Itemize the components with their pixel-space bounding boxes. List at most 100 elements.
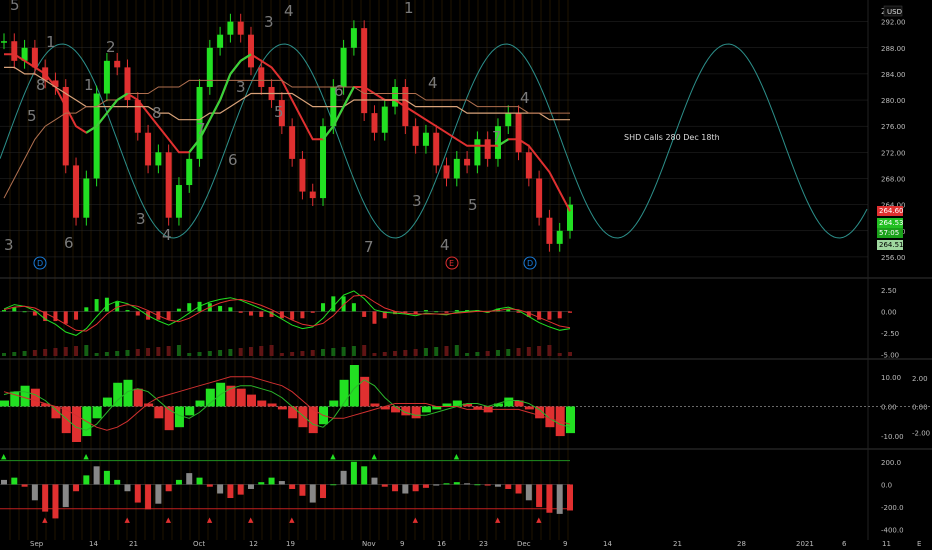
osc2-histogram-bar: [92, 406, 102, 419]
cycle-count-label: 5: [27, 107, 37, 125]
x-tick-label: 16: [437, 540, 446, 548]
osc1-bar: [454, 310, 459, 312]
volume-bar: [547, 345, 552, 356]
x-tick-label: Dec: [517, 540, 531, 548]
osc3-histogram-bar: [392, 484, 399, 492]
volume-bar: [176, 345, 181, 356]
osc3-signal-marker: ▲: [495, 516, 501, 524]
candle-body: [515, 113, 522, 153]
candle-body: [422, 132, 429, 146]
osc1-bar: [259, 311, 264, 317]
cycle-count-label: 5: [10, 0, 20, 14]
osc2-histogram-bar: [123, 379, 133, 407]
volume-bar: [516, 348, 521, 356]
price-tick-label: 288.00: [881, 45, 906, 53]
osc3-tick-label: 0.0: [881, 481, 892, 489]
osc3-histogram-bar: [361, 466, 368, 485]
volume-bar: [331, 348, 336, 356]
price-tick-label: 272.00: [881, 149, 906, 157]
volume-bar: [403, 350, 408, 356]
volume-bar: [393, 351, 398, 356]
osc1-bar: [444, 311, 449, 313]
volume-bar: [413, 349, 418, 356]
osc3-tick-label: 200.0: [881, 459, 901, 467]
x-tick-label: Sep: [30, 540, 44, 548]
osc3-histogram-bar: [268, 477, 275, 485]
osc3-histogram-bar: [309, 484, 316, 503]
osc1-bar: [94, 299, 99, 312]
osc3-histogram-bar: [474, 484, 481, 486]
cycle-count-label: 4: [162, 226, 172, 244]
osc3-signal-marker: ▲: [42, 516, 48, 524]
candle-body: [155, 152, 162, 166]
osc3-histogram-bar: [505, 484, 512, 489]
volume-bar: [568, 352, 572, 356]
x-tick-label: Oct: [193, 540, 205, 548]
osc1-bar: [248, 311, 253, 316]
candle-body: [31, 47, 38, 68]
x-tick-label: 23: [479, 540, 488, 548]
ma-rising-segment: [229, 60, 242, 75]
volume-bar: [362, 345, 367, 356]
volume-bar: [156, 347, 161, 356]
osc3-histogram-bar: [525, 484, 532, 501]
osc2-histogram-bar: [566, 406, 575, 434]
osc1-bar: [331, 296, 336, 312]
osc2-histogram-bar: [30, 388, 40, 407]
chart-canvas[interactable]: 292.00288.00284.00280.00276.00272.00268.…: [0, 0, 932, 550]
osc1-bar: [434, 311, 439, 313]
osc3-histogram-bar: [124, 484, 131, 492]
osc1-bar: [310, 311, 315, 313]
volume-bar: [485, 351, 490, 356]
osc2-histogram-bar: [329, 400, 339, 407]
x-tick-label: 21: [129, 540, 138, 548]
osc2-histogram-bar: [298, 406, 308, 428]
candle-body: [474, 139, 481, 166]
volume-bar: [218, 350, 223, 356]
osc1-bar: [362, 311, 367, 317]
ma-rising-segment: [219, 73, 232, 101]
osc1-bar: [135, 311, 140, 316]
osc3-histogram-bar: [114, 479, 121, 485]
osc3-histogram-bar: [320, 484, 327, 499]
osc3-histogram-bar: [567, 484, 573, 511]
osc1-tick-label: -2.50: [881, 330, 899, 338]
osc2-histogram-bar: [277, 406, 287, 410]
volume-bar: [290, 352, 295, 356]
price-tag-label: 264.51: [879, 241, 904, 249]
osc3-histogram-bar: [217, 484, 224, 494]
osc2-histogram-bar: [195, 400, 205, 407]
volume-bar: [22, 351, 27, 356]
osc1-bar: [423, 310, 428, 312]
osc3-signal-marker: ▲: [248, 516, 254, 524]
osc1-bar: [22, 311, 27, 313]
candle-body: [73, 165, 80, 218]
candle-body: [134, 100, 141, 133]
ma-rising-segment: [208, 99, 222, 121]
volume-bar: [454, 345, 459, 356]
osc2-histogram-bar: [102, 397, 112, 407]
x-tick-label: 9: [563, 540, 567, 548]
cycle-count-label: 3: [264, 13, 274, 31]
osc3-histogram-bar: [237, 484, 244, 495]
candle-body: [309, 191, 316, 199]
volume-bar: [557, 353, 562, 356]
osc3-histogram-bar: [145, 484, 152, 510]
price-tag-label: 264.53: [879, 219, 904, 227]
candle-body: [412, 126, 419, 146]
osc1-bar: [321, 303, 326, 312]
x-tick-label: 9: [400, 540, 404, 548]
osc3-signal-marker: ▲: [1, 452, 7, 460]
osc3-histogram-bar: [556, 484, 563, 514]
osc3-histogram-bar: [52, 484, 59, 519]
osc3-histogram-bar: [381, 484, 388, 487]
volume-bar: [537, 346, 542, 356]
osc1-bar: [2, 310, 6, 312]
price-tag-label: 57:05: [879, 229, 899, 237]
volume-bar: [526, 347, 531, 356]
volume-bar: [506, 349, 511, 356]
osc3-histogram-bar: [402, 484, 409, 494]
x-tick-label: 14: [603, 540, 612, 548]
osc3-histogram-bar: [42, 484, 49, 512]
x-tick-label: 14: [89, 540, 98, 548]
